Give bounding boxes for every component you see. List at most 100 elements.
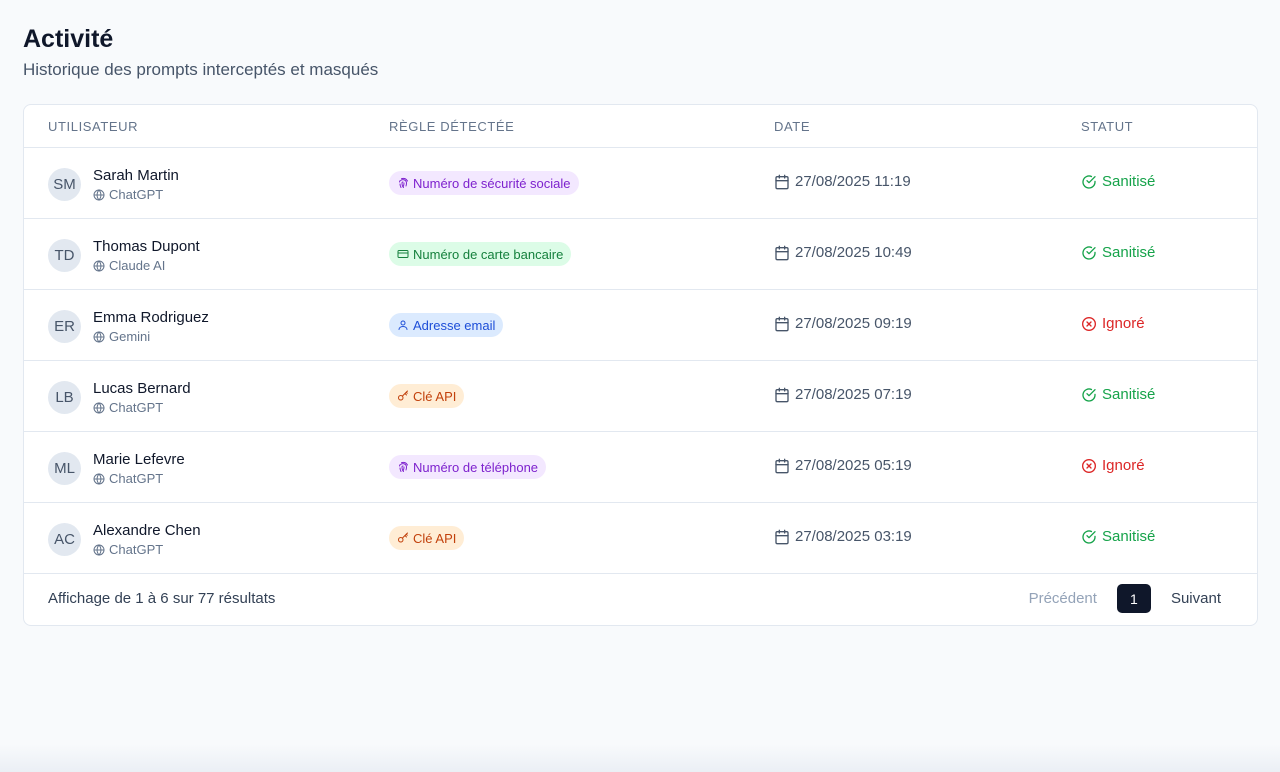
- user-icon: [397, 319, 413, 331]
- next-page-button[interactable]: Suivant: [1171, 590, 1221, 607]
- calendar-icon: [774, 245, 795, 261]
- rule-label: Adresse email: [413, 317, 496, 333]
- page-subtitle: Historique des prompts interceptés et ma…: [23, 60, 379, 79]
- user-name: Alexandre Chen: [93, 522, 201, 539]
- date-cell: 27/08/2025 09:19: [774, 315, 912, 332]
- status-label: Ignoré: [1102, 315, 1145, 332]
- check-circle-icon: [1081, 529, 1102, 545]
- status-cell: Sanitisé: [1081, 386, 1155, 403]
- globe-icon: [93, 401, 109, 414]
- avatar: TD: [48, 239, 81, 272]
- table-row[interactable]: LB Lucas Bernard ChatGPT Clé API 27/08/2025 …: [24, 361, 1257, 432]
- table-row[interactable]: AC Alexandre Chen ChatGPT Clé API 27/08/2025…: [24, 503, 1257, 574]
- table-body: SM Sarah Martin ChatGPT Numéro de sécurité …: [24, 148, 1257, 574]
- page-title: Activité: [23, 25, 114, 53]
- page-1-button[interactable]: 1: [1116, 584, 1151, 613]
- rule-badge: Clé API: [389, 384, 465, 408]
- user-name: Sarah Martin: [93, 167, 179, 184]
- date-cell: 27/08/2025 05:19: [774, 457, 912, 474]
- status-cell: Sanitisé: [1081, 244, 1155, 261]
- column-header-status: STATUT: [1081, 119, 1134, 134]
- check-circle-icon: [1081, 174, 1102, 190]
- table-row[interactable]: ER Emma Rodriguez Gemini Adresse email 27/08…: [24, 290, 1257, 361]
- avatar: LB: [48, 381, 81, 414]
- table-row[interactable]: ML Marie Lefevre ChatGPT Numéro de téléphon…: [24, 432, 1257, 503]
- date-cell: 27/08/2025 03:19: [774, 528, 912, 545]
- rule-cell: Numéro de sécurité sociale: [389, 171, 579, 195]
- user-cell: ER Emma Rodriguez Gemini: [48, 308, 209, 345]
- user-cell: AC Alexandre Chen ChatGPT: [48, 521, 201, 558]
- date-cell: 27/08/2025 11:19: [774, 173, 911, 190]
- previous-page-button[interactable]: Précédent: [1029, 590, 1097, 607]
- rule-label: Numéro de carte bancaire: [413, 246, 564, 262]
- avatar: SM: [48, 168, 81, 201]
- status-cell: Sanitisé: [1081, 173, 1155, 190]
- check-circle-icon: [1081, 245, 1102, 261]
- column-header-date: DATE: [774, 119, 811, 134]
- column-header-user: UTILISATEUR: [48, 119, 139, 134]
- user-name: Emma Rodriguez: [93, 309, 209, 326]
- rule-cell: Numéro de téléphone: [389, 455, 547, 479]
- date-cell: 27/08/2025 10:49: [774, 244, 912, 261]
- bottom-shadow: [0, 744, 1280, 772]
- credit-card-icon: [397, 248, 413, 260]
- results-count: Affichage de 1 à 6 sur 77 résultats: [48, 590, 276, 607]
- pagination: Précédent 1 Suivant: [1029, 584, 1221, 613]
- status-label: Sanitisé: [1102, 528, 1156, 545]
- x-circle-icon: [1081, 458, 1102, 474]
- calendar-icon: [774, 316, 795, 332]
- calendar-icon: [774, 174, 795, 190]
- user-app: ChatGPT: [109, 542, 164, 557]
- globe-icon: [93, 188, 109, 201]
- table-row[interactable]: SM Sarah Martin ChatGPT Numéro de sécurité …: [24, 148, 1257, 219]
- globe-icon: [93, 472, 109, 485]
- status-cell: Ignoré: [1081, 457, 1145, 474]
- fingerprint-icon: [397, 461, 413, 473]
- user-name: Thomas Dupont: [93, 238, 200, 255]
- table-header: UTILISATEUR RÈGLE DÉTECTÉE DATE STATUT: [24, 105, 1257, 148]
- date-value: 27/08/2025 11:19: [795, 173, 911, 190]
- rule-cell: Clé API: [389, 526, 465, 550]
- user-app: ChatGPT: [109, 471, 164, 486]
- rule-label: Clé API: [413, 388, 457, 404]
- date-cell: 27/08/2025 07:19: [774, 386, 912, 403]
- rule-badge: Numéro de carte bancaire: [389, 242, 572, 266]
- rule-badge: Clé API: [389, 526, 465, 550]
- calendar-icon: [774, 529, 795, 545]
- status-cell: Sanitisé: [1081, 528, 1155, 545]
- status-label: Sanitisé: [1102, 173, 1156, 190]
- user-cell: ML Marie Lefevre ChatGPT: [48, 450, 185, 487]
- date-value: 27/08/2025 03:19: [795, 528, 912, 545]
- key-icon: [397, 532, 413, 544]
- avatar: ER: [48, 310, 81, 343]
- key-icon: [397, 390, 413, 402]
- rule-cell: Clé API: [389, 384, 465, 408]
- table-footer: Affichage de 1 à 6 sur 77 résultats Préc…: [24, 572, 1257, 625]
- date-value: 27/08/2025 09:19: [795, 315, 912, 332]
- avatar: AC: [48, 523, 81, 556]
- date-value: 27/08/2025 07:19: [795, 386, 912, 403]
- globe-icon: [93, 543, 109, 556]
- rule-badge: Adresse email: [389, 313, 504, 337]
- user-cell: LB Lucas Bernard ChatGPT: [48, 379, 191, 416]
- activity-page: Activité Historique des prompts intercep…: [23, 24, 1258, 626]
- user-app: ChatGPT: [109, 400, 164, 415]
- rule-badge: Numéro de sécurité sociale: [389, 171, 579, 195]
- check-circle-icon: [1081, 387, 1102, 403]
- user-app: Gemini: [109, 329, 151, 344]
- status-cell: Ignoré: [1081, 315, 1145, 332]
- rule-cell: Adresse email: [389, 313, 504, 337]
- date-value: 27/08/2025 05:19: [795, 457, 912, 474]
- user-cell: TD Thomas Dupont Claude AI: [48, 237, 200, 274]
- user-name: Lucas Bernard: [93, 380, 191, 397]
- x-circle-icon: [1081, 316, 1102, 332]
- column-header-rule: RÈGLE DÉTECTÉE: [389, 119, 515, 134]
- rule-label: Clé API: [413, 530, 457, 546]
- globe-icon: [93, 259, 109, 272]
- status-label: Ignoré: [1102, 457, 1145, 474]
- calendar-icon: [774, 387, 795, 403]
- avatar: ML: [48, 452, 81, 485]
- table-row[interactable]: TD Thomas Dupont Claude AI Numéro de carte …: [24, 219, 1257, 290]
- rule-badge: Numéro de téléphone: [389, 455, 547, 479]
- rule-label: Numéro de sécurité sociale: [413, 175, 571, 191]
